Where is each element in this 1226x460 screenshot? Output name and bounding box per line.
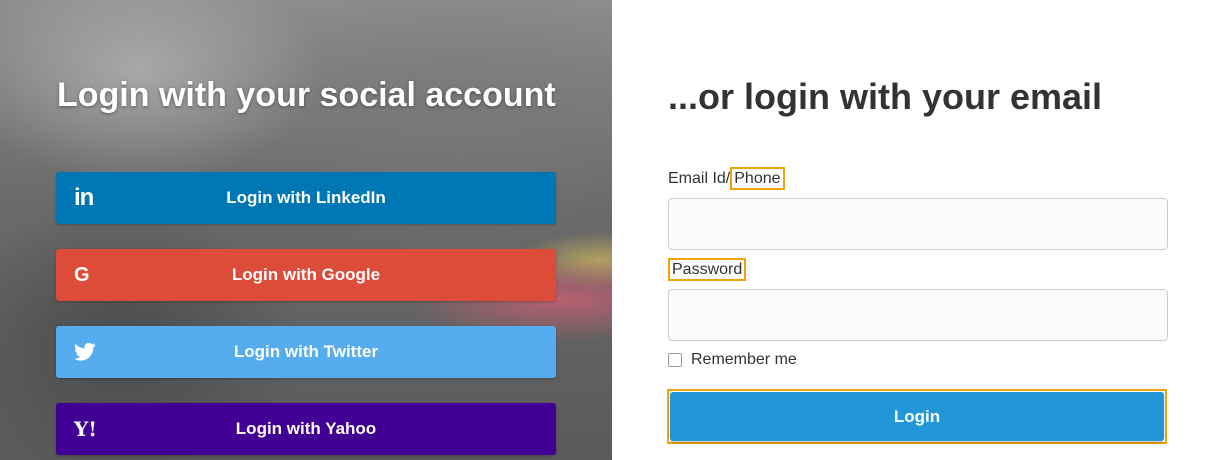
remember-me-checkbox[interactable] bbox=[668, 353, 682, 367]
login-button-label: Login bbox=[893, 406, 941, 426]
google-login-label: Login with Google bbox=[231, 265, 381, 284]
linkedin-icon: in bbox=[74, 184, 94, 211]
google-login-button[interactable]: G Login with Google bbox=[56, 249, 556, 301]
email-label-prefix: Email Id/ bbox=[668, 170, 731, 187]
remember-me-row[interactable]: Remember me bbox=[668, 351, 797, 369]
social-login-title: Login with your social account bbox=[57, 76, 556, 114]
email-phone-input[interactable] bbox=[668, 198, 1168, 250]
yahoo-icon: Y! bbox=[74, 417, 98, 441]
yahoo-login-label: Login with Yahoo bbox=[235, 419, 377, 438]
remember-me-label: Remember me bbox=[691, 351, 797, 368]
twitter-login-button[interactable]: Login with Twitter bbox=[56, 326, 556, 378]
social-login-panel: Login with your social account in Login … bbox=[0, 0, 612, 460]
linkedin-login-button[interactable]: in Login with LinkedIn bbox=[56, 172, 556, 224]
login-button[interactable]: Login bbox=[670, 392, 1164, 441]
linkedin-login-label: Login with LinkedIn bbox=[226, 188, 386, 207]
email-login-title: ...or login with your email bbox=[668, 76, 1103, 117]
email-label-highlight: Phone bbox=[730, 167, 785, 190]
password-field-label: Password bbox=[668, 258, 747, 281]
twitter-icon bbox=[74, 326, 96, 378]
google-icon: G bbox=[74, 263, 90, 286]
email-login-panel: ...or login with your email Email Id/Pho… bbox=[612, 0, 1226, 460]
login-button-highlight: Login bbox=[667, 389, 1167, 444]
yahoo-login-button[interactable]: Y! Login with Yahoo bbox=[56, 403, 556, 455]
email-field-label: Email Id/Phone bbox=[668, 167, 785, 190]
password-label-text: Password bbox=[668, 258, 747, 281]
password-input[interactable] bbox=[668, 289, 1168, 341]
twitter-login-label: Login with Twitter bbox=[233, 342, 379, 361]
